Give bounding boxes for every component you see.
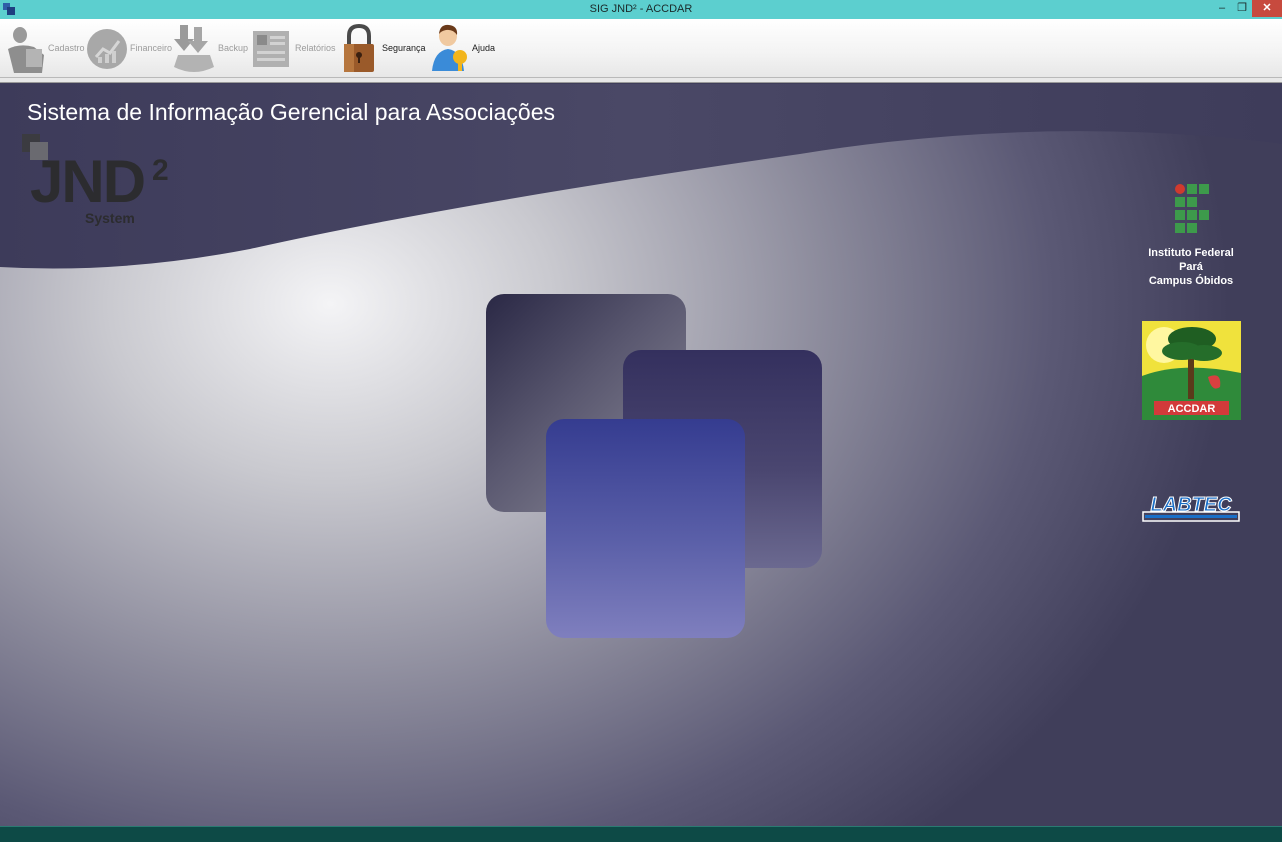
backup-icon (174, 21, 216, 75)
toolbar-label: Backup (218, 43, 249, 53)
toolbar-separator (0, 78, 1282, 83)
main-area: Sistema de Informação Gerencial para Ass… (0, 84, 1282, 826)
toolbar-cadastro-button[interactable]: Cadastro (4, 19, 85, 77)
toolbar-label: Relatórios (295, 43, 336, 53)
toolbar-label: Cadastro (48, 43, 85, 53)
window-title: SIG JND² - ACCDAR (589, 3, 693, 15)
chart-icon (86, 21, 128, 75)
toolbar-label: Financeiro (130, 43, 173, 53)
toolbar-seguranca-button[interactable]: Segurança (338, 19, 426, 77)
page-title: Sistema de Informação Gerencial para Ass… (27, 99, 555, 125)
toolbar-relatorios-button[interactable]: Relatórios (251, 19, 336, 77)
if-logo-line2: Pará (1179, 261, 1203, 273)
if-logo-line1: Instituto Federal (1148, 247, 1234, 259)
restore-button[interactable]: ❐ (1234, 0, 1250, 17)
close-button[interactable]: ✕ (1252, 0, 1282, 17)
help-user-icon (428, 21, 470, 75)
labtec-logo: LABTEC (1142, 494, 1240, 522)
jnd-logo-tagline: System (85, 210, 135, 226)
decorative-tile-front (546, 419, 745, 638)
toolbar-ajuda-button[interactable]: Ajuda (428, 19, 495, 77)
jnd-logo: JND 2 System (22, 134, 182, 234)
toolbar: Cadastro Financeiro Backup Relatórios Se… (0, 19, 1282, 78)
toolbar-financeiro-button[interactable]: Financeiro (86, 19, 172, 77)
minimize-button[interactable]: ‒ (1214, 0, 1230, 17)
if-logo-line3: Campus Óbidos (1148, 275, 1234, 287)
labtec-logo-text: LABTEC (1150, 494, 1232, 516)
if-logo-text: Instituto Federal Pará Campus Óbidos (1140, 246, 1242, 288)
jnd-logo-text: JND (30, 148, 146, 215)
report-icon (251, 21, 293, 75)
toolbar-backup-button[interactable]: Backup (174, 19, 248, 77)
accdar-logo-text: ACCDAR (1168, 403, 1216, 415)
padlock-icon (338, 21, 380, 75)
jnd-logo-superscript: 2 (152, 154, 169, 187)
status-bar (0, 826, 1282, 842)
cadastro-icon (4, 21, 46, 75)
title-bar: SIG JND² - ACCDAR ‒ ❐ ✕ (0, 0, 1282, 19)
toolbar-label: Segurança (382, 43, 426, 53)
toolbar-label: Ajuda (472, 43, 496, 53)
if-grid-icon (1175, 184, 1209, 234)
accdar-logo: ACCDAR (1142, 321, 1241, 420)
